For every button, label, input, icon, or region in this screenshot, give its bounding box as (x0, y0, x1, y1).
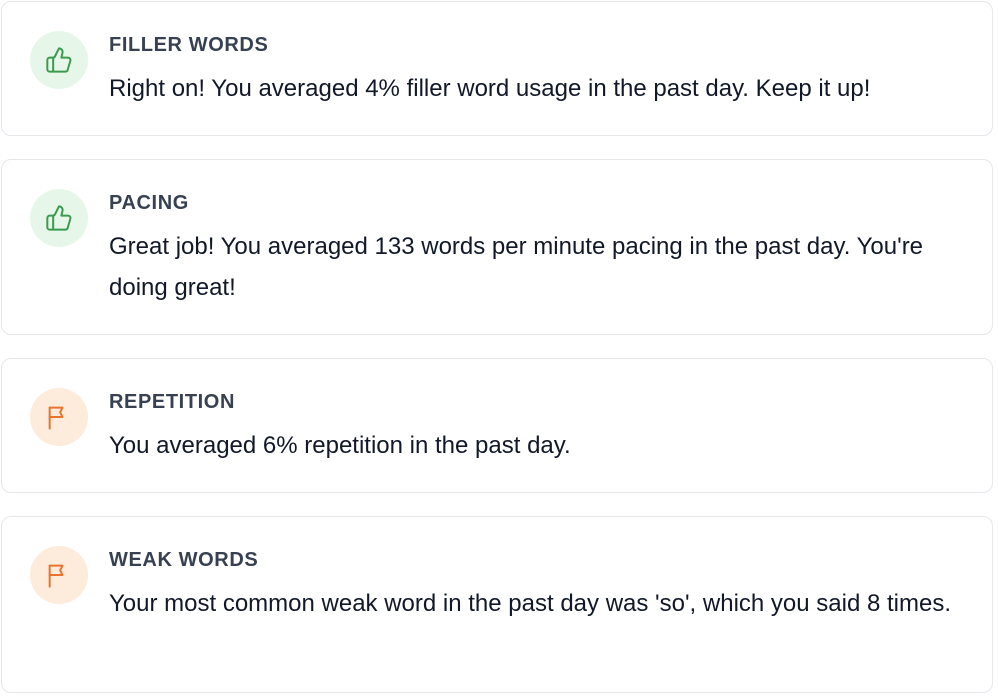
positive-badge (30, 31, 88, 89)
insight-card-weak-words: WEAK WORDS Your most common weak word in… (1, 516, 993, 693)
card-title: PACING (109, 192, 189, 214)
flag-icon (48, 564, 64, 588)
flag-icon (48, 406, 64, 430)
card-message: Great job! You averaged 133 words per mi… (109, 233, 924, 301)
insights-feed: FILLER WORDS Right on! You averaged 4% f… (0, 0, 998, 696)
attention-badge (30, 546, 88, 604)
insight-card-pacing: PACING Great job! You averaged 133 words… (1, 159, 993, 335)
insight-card-repetition: REPETITION You averaged 6% repetition in… (1, 358, 993, 493)
card-message: Your most common weak word in the past d… (109, 590, 951, 617)
attention-badge (30, 388, 88, 446)
card-title: FILLER WORDS (109, 34, 269, 56)
card-title: WEAK WORDS (109, 549, 259, 571)
positive-badge (30, 189, 88, 247)
insight-card-filler-words: FILLER WORDS Right on! You averaged 4% f… (1, 1, 993, 136)
card-title: REPETITION (109, 391, 236, 413)
thumbs-up-icon (46, 47, 72, 73)
card-message: Right on! You averaged 4% filler word us… (109, 75, 871, 102)
thumbs-up-icon (46, 205, 72, 231)
card-message: You averaged 6% repetition in the past d… (109, 432, 571, 459)
